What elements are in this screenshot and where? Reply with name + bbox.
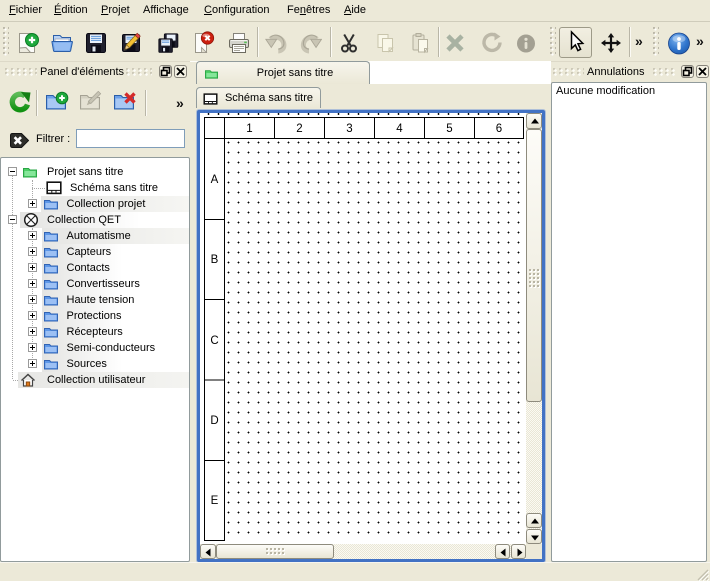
- svg-text:5: 5: [446, 123, 452, 135]
- svg-text:B: B: [211, 254, 219, 266]
- svg-text:D: D: [210, 415, 218, 427]
- svg-text:A: A: [211, 174, 219, 186]
- svg-text:E: E: [211, 495, 219, 507]
- svg-text:3: 3: [346, 123, 352, 135]
- svg-text:6: 6: [496, 123, 502, 135]
- svg-text:1: 1: [246, 123, 252, 135]
- svg-text:2: 2: [296, 123, 302, 135]
- svg-text:4: 4: [396, 123, 403, 135]
- svg-text:C: C: [210, 335, 218, 347]
